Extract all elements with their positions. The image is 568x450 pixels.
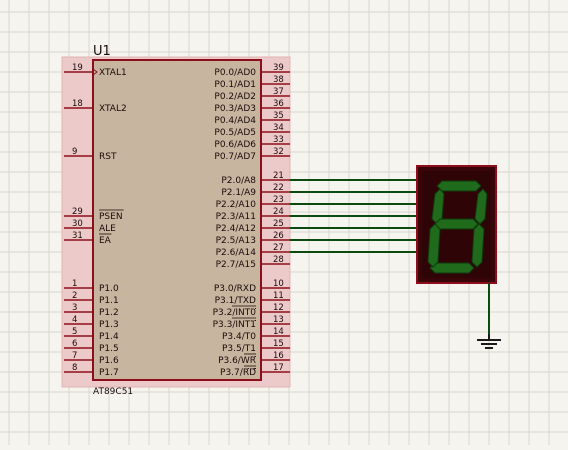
- pin-name: P3.4/T0: [222, 332, 256, 342]
- pin-name: ALE: [99, 224, 116, 234]
- pin-name: P1.1: [99, 296, 119, 306]
- pin-number: 27: [273, 243, 284, 253]
- pin-name: P2.5/A13: [216, 236, 256, 246]
- pin-name: P1.5: [99, 344, 119, 354]
- pin-name: P1.3: [99, 320, 119, 330]
- pin-name: P2.0/A8: [221, 176, 256, 186]
- segment-d: [429, 262, 475, 274]
- pin-name: P3.5/T1: [222, 344, 256, 354]
- chip-ref-label: U1: [93, 44, 111, 59]
- pin-number: 37: [273, 87, 284, 97]
- pin-name: P0.7/AD7: [214, 152, 256, 162]
- pin-name: EA: [99, 236, 112, 246]
- pin-name: P0.5/AD5: [214, 128, 256, 138]
- pin-number: 16: [273, 351, 284, 361]
- pin-number: 32: [273, 147, 284, 157]
- pin-name: P3.3/INT1: [213, 320, 256, 330]
- pin-name: P2.1/A9: [221, 188, 256, 198]
- pin-name: XTAL2: [99, 104, 127, 114]
- pin-number: 14: [273, 327, 284, 337]
- pin-name: P3.2/INT0: [213, 308, 257, 318]
- pin-number: 30: [72, 219, 83, 229]
- pin-number: 25: [273, 219, 284, 229]
- pin-name: P2.3/A11: [216, 212, 256, 222]
- pin-name: P0.4/AD4: [214, 116, 256, 126]
- pin-number: 6: [72, 339, 77, 349]
- pin-number: 3: [72, 303, 77, 313]
- pin-number: 21: [273, 171, 284, 181]
- pin-name: P3.1/TXD: [215, 296, 256, 306]
- pin-name: P0.0/AD0: [214, 68, 256, 78]
- pin-number: 36: [273, 99, 284, 109]
- pin-number: 26: [273, 231, 284, 241]
- pin-name: P2.6/A14: [216, 248, 257, 258]
- chip-part-label: AT89C51: [93, 387, 133, 397]
- pin-number: 5: [72, 327, 77, 337]
- pin-number: 24: [273, 207, 284, 217]
- pin-name: RST: [99, 152, 117, 162]
- pin-name: P3.7/RD: [220, 368, 256, 378]
- pin-name: P2.4/A12: [216, 224, 256, 234]
- schematic-canvas[interactable]: U1 AT89C51 19 XTAL1 18 XTAL2 9 RST 29 PSEN 30 ALE…: [0, 0, 568, 445]
- pin-name: PSEN: [99, 212, 123, 222]
- segment-g: [434, 218, 479, 230]
- pin-name: P1.2: [99, 308, 119, 318]
- pin-number: 9: [72, 147, 77, 157]
- pin-number: 18: [72, 99, 83, 109]
- pin-number: 19: [72, 63, 83, 73]
- pin-number: 39: [273, 63, 284, 73]
- pin-name: P1.4: [99, 332, 119, 342]
- pin-number: 33: [273, 135, 284, 145]
- pin-number: 23: [273, 195, 284, 205]
- pin-number: 28: [273, 255, 284, 265]
- pin-name: P2.7/A15: [216, 260, 256, 270]
- pin-number: 13: [273, 315, 284, 325]
- segment-a: [436, 180, 482, 192]
- pin-number: 22: [273, 183, 284, 193]
- pin-number: 4: [72, 315, 77, 325]
- pin-number: 17: [273, 363, 284, 373]
- pin-number: 1: [72, 279, 77, 289]
- pin-number: 29: [72, 207, 83, 217]
- pin-name: P1.7: [99, 368, 119, 378]
- pin-name: P0.1/AD1: [214, 80, 256, 90]
- pin-name: P3.0/RXD: [214, 284, 256, 294]
- pin-number: 34: [273, 123, 284, 133]
- pin-number: 11: [273, 291, 284, 301]
- segment-e: [427, 223, 441, 268]
- pin-number: 38: [273, 75, 284, 85]
- pin-name: P2.2/A10: [216, 200, 257, 210]
- pin-name: P1.6: [99, 356, 119, 366]
- pin-name: P0.2/AD2: [214, 92, 256, 102]
- pin-number: 15: [273, 339, 284, 349]
- pin-name: P0.3/AD3: [214, 104, 256, 114]
- pin-name: P0.6/AD6: [214, 140, 256, 150]
- u1-chip[interactable]: U1 AT89C51 19 XTAL118 XTAL29 RST29 PSEN30 ALE…: [61, 44, 291, 397]
- pin-name: XTAL1: [99, 68, 127, 78]
- pin-name: P1.0: [99, 284, 119, 294]
- pin-name: P3.6/WR: [218, 356, 256, 366]
- pin-number: 12: [273, 303, 284, 313]
- pin-number: 10: [273, 279, 284, 289]
- pin-number: 2: [72, 291, 77, 301]
- pin-number: 31: [72, 231, 83, 241]
- pin-number: 8: [72, 363, 77, 373]
- pin-number: 35: [273, 111, 284, 121]
- segment-c: [471, 223, 485, 268]
- pin-number: 7: [72, 351, 77, 361]
